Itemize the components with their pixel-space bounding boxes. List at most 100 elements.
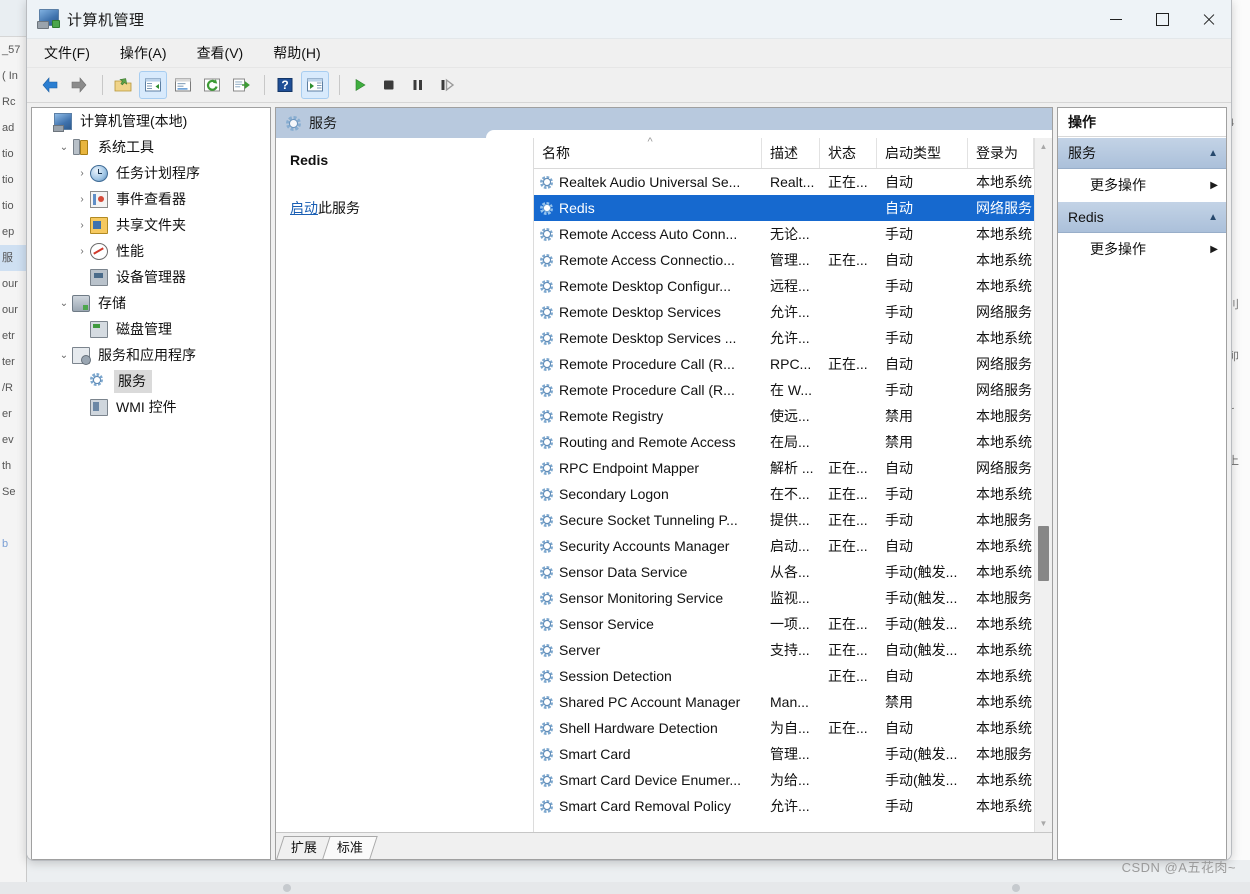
console-tree-pane[interactable]: 计算机管理(本地) ⌄ 系统工具 › 任务计划程序 › 事件查看器 › 共享文件夹 › 性能 设备管理… — [31, 107, 271, 860]
tree-item-1[interactable]: ⌄ 系统工具 — [32, 134, 270, 160]
cell-name: Shell Hardware Detection — [534, 720, 762, 736]
show-action-pane-icon[interactable] — [301, 71, 329, 99]
start-service-icon[interactable] — [347, 72, 373, 98]
forward-icon[interactable] — [66, 72, 92, 98]
stop-service-icon[interactable] — [376, 72, 402, 98]
tree-item-11[interactable]: WMI 控件 — [32, 394, 270, 420]
chevron-right-icon[interactable]: › — [74, 220, 90, 231]
maximize-button[interactable] — [1139, 0, 1185, 38]
table-row[interactable]: Smart Card 管理... 手动(触发... 本地服务 — [534, 741, 1034, 767]
properties-icon[interactable] — [170, 72, 196, 98]
chevron-up-icon[interactable]: ▲ — [1208, 148, 1218, 159]
actions-item-more-0[interactable]: 更多操作 ▶ — [1058, 169, 1226, 201]
chevron-down-icon[interactable]: ⌄ — [56, 142, 72, 153]
table-row[interactable]: Realtek Audio Universal Se... Realt... 正在.… — [534, 169, 1034, 195]
table-row[interactable]: Remote Registry 使远... 禁用 本地服务 — [534, 403, 1034, 429]
close-button[interactable] — [1185, 0, 1231, 38]
scroll-down-icon[interactable]: ▼ — [1035, 815, 1052, 832]
chevron-right-icon[interactable]: › — [74, 168, 90, 179]
actions-item-more-1[interactable]: 更多操作 ▶ — [1058, 233, 1226, 265]
table-row[interactable]: Secondary Logon 在不... 正在... 手动 本地系统 — [534, 481, 1034, 507]
service-name-label: Secondary Logon — [559, 486, 669, 502]
cell-desc: 监视... — [770, 590, 810, 606]
table-row[interactable]: Remote Procedure Call (R... RPC... 正在... 自动… — [534, 351, 1034, 377]
table-row[interactable]: Sensor Monitoring Service 监视... 手动(触发... 本地… — [534, 585, 1034, 611]
help-icon[interactable]: ? — [272, 72, 298, 98]
tree-item-5[interactable]: › 性能 — [32, 238, 270, 264]
tree-item-8[interactable]: 磁盘管理 — [32, 316, 270, 342]
table-row[interactable]: Remote Access Auto Conn... 无论... 手动 本地系统 — [534, 221, 1034, 247]
tree-item-2[interactable]: › 任务计划程序 — [32, 160, 270, 186]
tree-item-4[interactable]: › 共享文件夹 — [32, 212, 270, 238]
tree-item-6[interactable]: 设备管理器 — [32, 264, 270, 290]
chevron-down-icon[interactable]: ⌄ — [56, 298, 72, 309]
table-row[interactable]: Session Detection 正在... 自动 本地系统 — [534, 663, 1034, 689]
tree-item-label: 事件查看器 — [116, 191, 186, 207]
menu-item-1[interactable]: 操作(A) — [117, 41, 170, 65]
services-list-header[interactable]: 名称 描述 状态 启动类型 登录为 — [534, 136, 1034, 169]
column-header-0[interactable]: 名称 — [534, 136, 762, 168]
tree-item-9[interactable]: ⌄ 服务和应用程序 — [32, 342, 270, 368]
column-header-3[interactable]: 启动类型 — [877, 138, 968, 168]
actions-group-header-1[interactable]: Redis ▲ — [1058, 201, 1226, 233]
table-row[interactable]: Routing and Remote Access 在局... 禁用 本地系统 — [534, 429, 1034, 455]
tree-item-0[interactable]: 计算机管理(本地) — [32, 108, 270, 134]
tree-item-3[interactable]: › 事件查看器 — [32, 186, 270, 212]
tree-item-7[interactable]: ⌄ 存储 — [32, 290, 270, 316]
column-header-1[interactable]: 描述 — [762, 138, 820, 168]
tab-1[interactable]: 标准 — [322, 836, 378, 859]
table-row[interactable]: RPC Endpoint Mapper 解析 ... 正在... 自动 网络服务 — [534, 455, 1034, 481]
scrollbar-thumb[interactable] — [1038, 526, 1049, 581]
table-row[interactable]: Sensor Data Service 从各... 手动(触发... 本地系统 — [534, 559, 1034, 585]
pause-service-icon[interactable] — [405, 72, 431, 98]
table-row[interactable]: Remote Procedure Call (R... 在 W... 手动 网络服务 — [534, 377, 1034, 403]
chevron-right-icon[interactable]: › — [74, 194, 90, 205]
chevron-down-icon[interactable]: ⌄ — [56, 350, 72, 361]
scroll-up-icon[interactable]: ▲ — [1035, 138, 1052, 155]
tree-item-10[interactable]: 服务 — [32, 368, 270, 394]
cell-desc: 无论... — [770, 226, 810, 242]
cell-logon: 本地系统 — [976, 720, 1032, 736]
table-row[interactable]: Shared PC Account Manager Man... 禁用 本地系统 — [534, 689, 1034, 715]
table-row[interactable]: Shell Hardware Detection 为自... 正在... 自动 本地系统 — [534, 715, 1034, 741]
table-row[interactable]: Remote Desktop Services 允许... 手动 网络服务 — [534, 299, 1034, 325]
cell-startup: 手动 — [885, 304, 913, 320]
table-row[interactable]: Security Accounts Manager 启动... 正在... 自动 本地系… — [534, 533, 1034, 559]
table-row[interactable]: Server 支持... 正在... 自动(触发... 本地系统 — [534, 637, 1034, 663]
back-icon[interactable] — [37, 72, 63, 98]
cell-startup: 手动 — [885, 278, 913, 294]
table-row[interactable]: Secure Socket Tunneling P... 提供... 正在... 手动… — [534, 507, 1034, 533]
tree-item-label: 服务和应用程序 — [98, 347, 196, 363]
table-row[interactable]: Remote Access Connectio... 管理... 正在... 自动 本地… — [534, 247, 1034, 273]
actions-group-header-0[interactable]: 服务 ▲ — [1058, 137, 1226, 169]
menu-item-0[interactable]: 文件(F) — [41, 41, 93, 65]
services-list-rows[interactable]: Realtek Audio Universal Se... Realt... 正在.… — [534, 169, 1034, 832]
menu-item-3[interactable]: 帮助(H) — [270, 41, 323, 65]
services-list-scrollbar[interactable]: ▲ ▼ — [1034, 138, 1052, 832]
restart-service-icon[interactable] — [434, 72, 460, 98]
background-row: er — [2, 408, 12, 420]
column-header-4[interactable]: 登录为 — [968, 138, 1034, 168]
chevron-right-icon[interactable]: › — [74, 246, 90, 257]
tree-item-label: 任务计划程序 — [116, 165, 200, 181]
table-row[interactable]: Remote Desktop Configur... 远程... 手动 本地系统 — [534, 273, 1034, 299]
refresh-icon[interactable] — [199, 72, 225, 98]
background-row: _57 — [2, 44, 21, 56]
minimize-button[interactable] — [1093, 0, 1139, 38]
chevron-up-icon[interactable]: ▲ — [1208, 212, 1218, 223]
cell-desc: 在局... — [770, 434, 810, 450]
cell-logon: 本地服务 — [976, 590, 1032, 606]
table-row[interactable]: Remote Desktop Services ... 允许... 手动 本地系统 — [534, 325, 1034, 351]
export-list-icon[interactable] — [228, 72, 254, 98]
column-header-2[interactable]: 状态 — [820, 138, 877, 168]
start-service-link[interactable]: 启动 — [290, 200, 318, 216]
gear-icon — [540, 331, 553, 345]
open-folder-icon[interactable] — [110, 72, 136, 98]
menu-item-2[interactable]: 查看(V) — [194, 41, 247, 65]
table-row[interactable]: Redis 自动 网络服务 — [534, 195, 1034, 221]
table-row[interactable]: Sensor Service 一项... 正在... 手动(触发... 本地系统 — [534, 611, 1034, 637]
table-row[interactable]: Smart Card Removal Policy 允许... 手动 本地系统 — [534, 793, 1034, 819]
selected-service-name: Redis — [290, 152, 329, 168]
show-hide-tree-icon[interactable] — [139, 71, 167, 99]
table-row[interactable]: Smart Card Device Enumer... 为给... 手动(触发...… — [534, 767, 1034, 793]
